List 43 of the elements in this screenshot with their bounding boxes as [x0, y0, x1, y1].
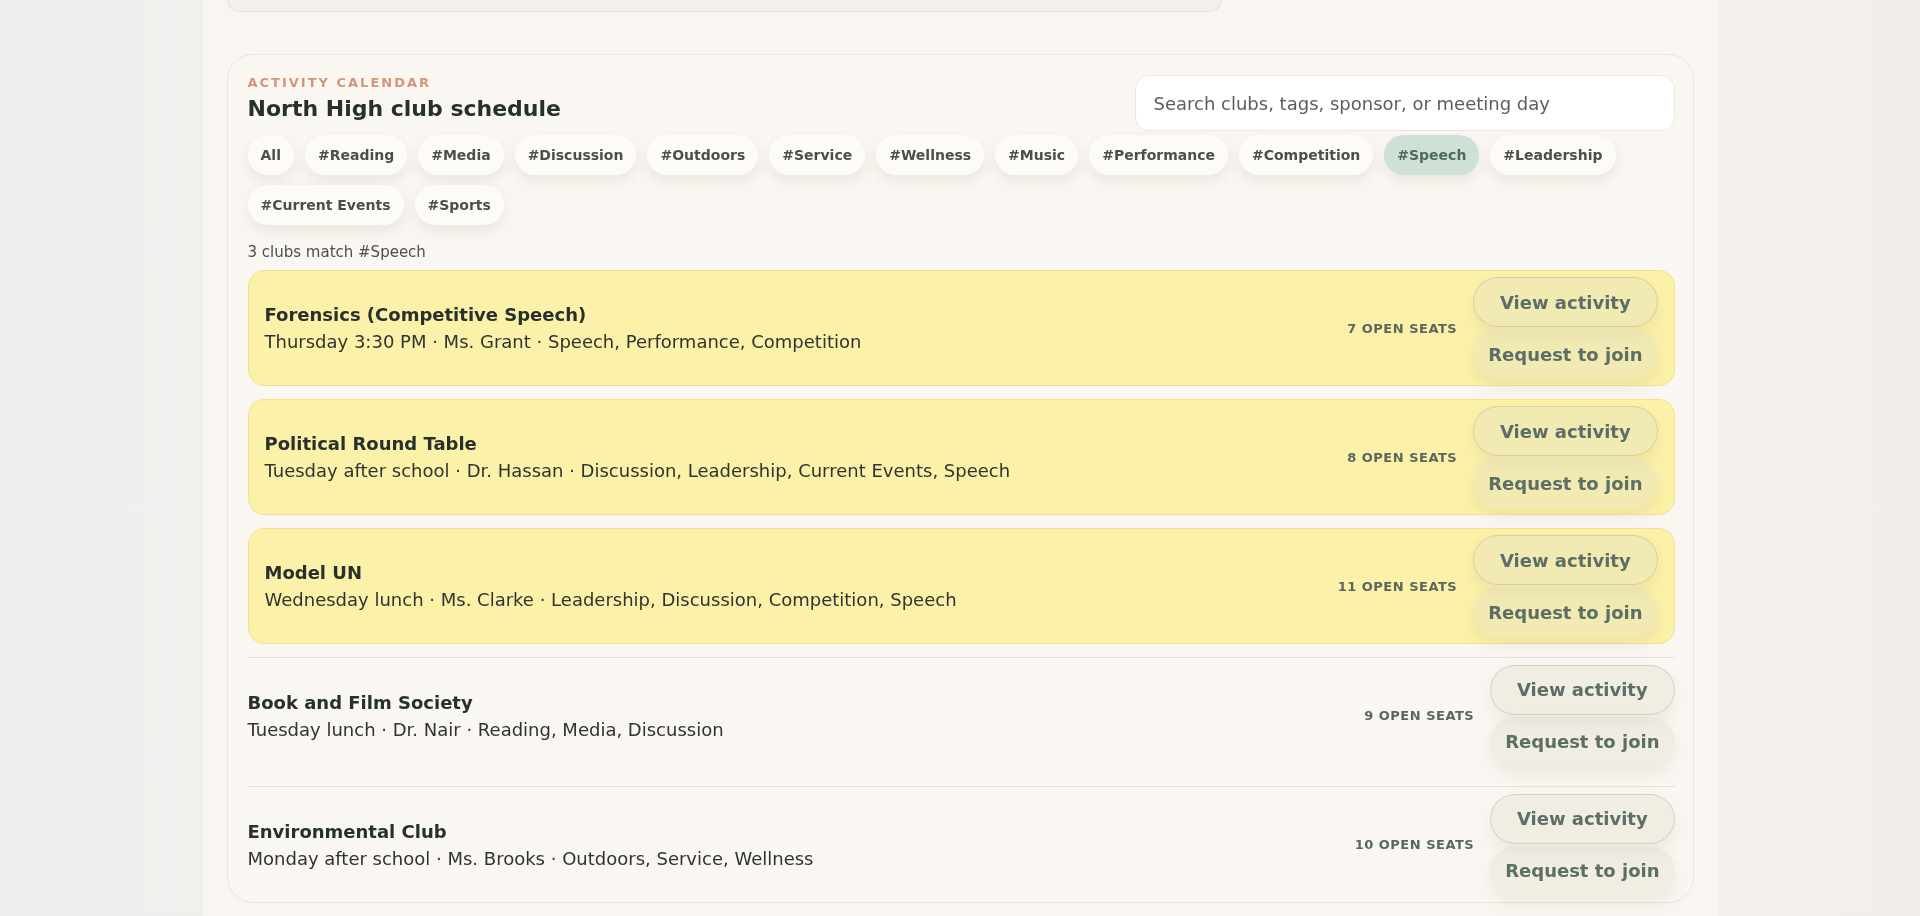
view-activity-button[interactable]: View activity	[1490, 793, 1675, 844]
tag-filter[interactable]: All	[247, 135, 294, 175]
tag-filter[interactable]: #Competition	[1238, 135, 1374, 175]
open-seats: 11 OPEN SEATS	[1337, 578, 1458, 594]
club-name: Forensics (Competitive Speech)	[264, 304, 588, 325]
club-details: Tuesday after school · Dr. Hassan · Discussion, Leadership, Current Events, Speech	[264, 460, 1012, 481]
club-name: Model UN	[264, 562, 363, 583]
tag-filter[interactable]: #Speech	[1384, 135, 1480, 175]
request-button[interactable]: Request to join	[1490, 845, 1675, 896]
section-label: ACTIVITY CALENDAR	[247, 75, 433, 90]
tag-filter[interactable]: #Current Events	[247, 185, 404, 225]
tag-filter[interactable]: #Outdoors	[647, 135, 759, 175]
tag-filter[interactable]: #Sports	[414, 185, 504, 225]
open-seats: 8 OPEN SEATS	[1347, 449, 1458, 465]
tag-filter[interactable]: #Music	[995, 135, 1079, 175]
club-name: Book and Film Society	[247, 691, 474, 713]
request-button[interactable]: Request to join	[1473, 587, 1658, 637]
tag-filter[interactable]: #Media	[418, 135, 504, 175]
tag-filter[interactable]: #Reading	[304, 135, 408, 175]
match-count: 3 clubs match #Speech	[247, 243, 427, 261]
open-seats: 7 OPEN SEATS	[1347, 320, 1458, 336]
tag-filter[interactable]: #Leadership	[1490, 135, 1616, 175]
club-name: Political Round Table	[264, 433, 478, 454]
club-name: Environmental Club	[247, 820, 448, 842]
request-button[interactable]: Request to join	[1490, 716, 1675, 767]
club-details: Wednesday lunch · Ms. Clarke · Leadership, Discussion, Competition, Speech	[264, 589, 958, 610]
view-activity-button[interactable]: View activity	[1473, 406, 1658, 456]
search-field[interactable]: Search clubs, tags, sponsor, or meeting day	[1134, 75, 1675, 131]
open-seats: 10 OPEN SEATS	[1354, 837, 1475, 852]
request-button[interactable]: Request to join	[1473, 458, 1658, 508]
view-activity-button[interactable]: View activity	[1490, 664, 1675, 715]
club-details: Thursday 3:30 PM · Ms. Grant · Speech, Performance, Competition	[264, 331, 863, 352]
tag-filter[interactable]: #Performance	[1089, 135, 1228, 175]
tag-filter[interactable]: #Discussion	[514, 135, 637, 175]
club-details: Tuesday lunch · Dr. Nair · Reading, Media, Discussion	[247, 718, 725, 740]
view-activity-button[interactable]: View activity	[1473, 535, 1658, 585]
club-details: Monday after school · Ms. Brooks · Outdoors, Service, Wellness	[247, 847, 815, 869]
tag-filter[interactable]: #Wellness	[876, 135, 985, 175]
request-button[interactable]: Request to join	[1473, 329, 1658, 379]
open-seats: 9 OPEN SEATS	[1364, 708, 1475, 723]
tag-filter[interactable]: #Service	[769, 135, 866, 175]
view-activity-button[interactable]: View activity	[1473, 277, 1658, 327]
section-title: North High club schedule	[247, 96, 561, 121]
